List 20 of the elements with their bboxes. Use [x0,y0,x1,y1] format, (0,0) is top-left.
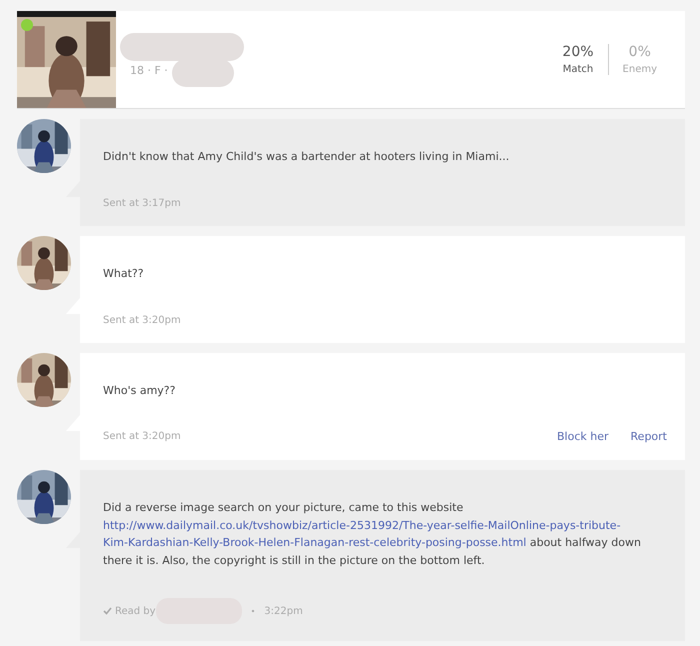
message-text: Didn't know that Amy Child's was a bartender at hooters living in Miami... [103,149,510,165]
check-icon [103,607,112,615]
stat-label: Match [562,64,594,75]
profile-details: 18 · F · [130,64,168,77]
timestamp: 3:22pm [264,606,303,616]
message-text: What?? [103,266,145,282]
stat-value: 20% [562,44,594,60]
timestamp: Sent at 3:17pm [103,198,181,209]
action-link[interactable]: Report [630,430,667,443]
action-link[interactable]: Block her [557,430,609,443]
link[interactable]: http://www.dailymail.co.uk/tvshowbiz/article-2531992/The-year-selfie-MailOnline-pays-tribute- [103,518,621,532]
link[interactable]: Kim-Kardashian-Kelly-Brook-Helen-Flanagan-rest-celebrity-posing-posse.html [103,536,526,549]
message-text: Did a reverse image search on your picture, came to this website http://www.dailymail.co.uk/tvshowbiz/article-2531992/The-year-selfie-MailOnline-pays-tribute- Kim-Kardashian-Kelly-Brook-Helen-Flanagan-rest-celebrity-posing-posse.html about halfway down there it is. Also, the copyright is still in the picture on the bottom left. [103,500,642,568]
message-text: Who's amy?? [103,383,176,399]
separator-dot: • [250,606,256,616]
stat-label: Enemy [622,64,657,75]
read-receipt: Read by [115,606,156,616]
timestamp: Sent at 3:20pm [103,431,181,442]
timestamp: Sent at 3:20pm [103,315,181,326]
stat-value: 0% [628,44,651,60]
